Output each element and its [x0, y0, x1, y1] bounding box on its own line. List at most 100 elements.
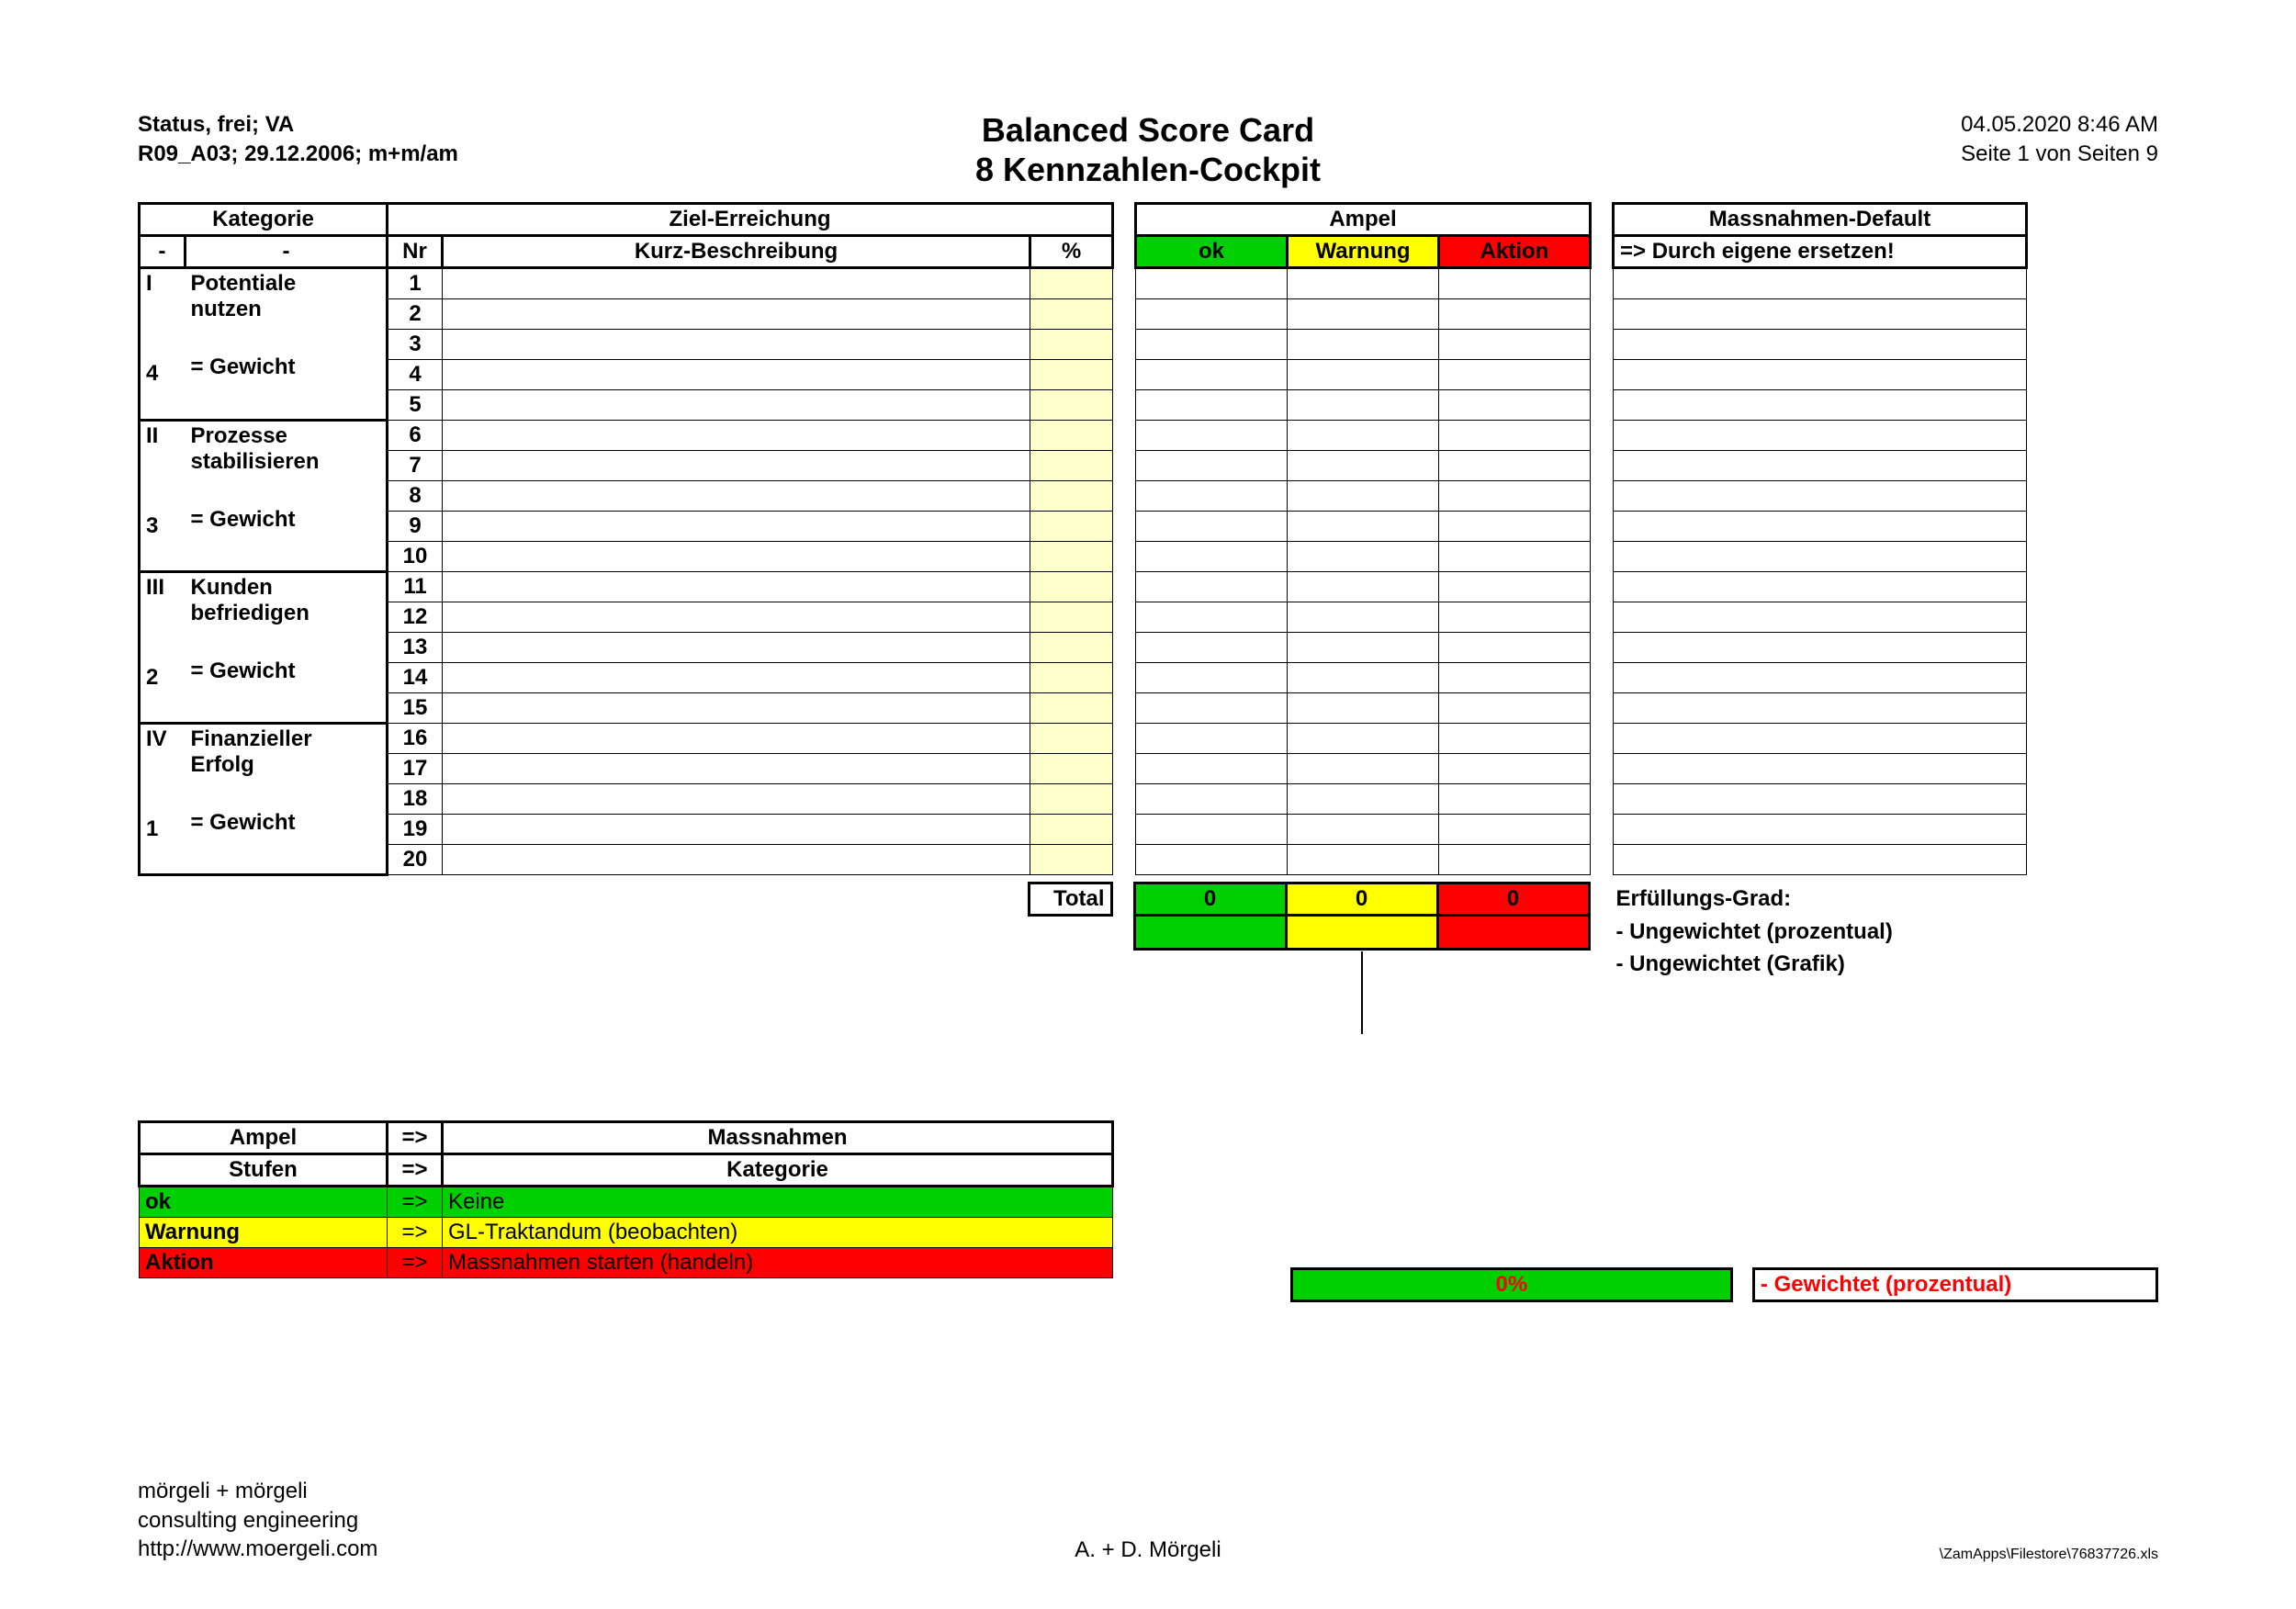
row-pct	[1030, 451, 1113, 481]
row-massn	[1614, 542, 2027, 572]
row-pct	[1030, 330, 1113, 360]
cat-num: III2	[140, 572, 186, 724]
row-desc	[443, 390, 1030, 421]
row-nr: 19	[388, 815, 443, 845]
total-akt: 0	[1437, 883, 1589, 916]
legend-warn: Warnung	[140, 1218, 388, 1248]
row-massn	[1614, 845, 2027, 875]
row-warn	[1288, 481, 1439, 512]
row-warn	[1288, 784, 1439, 815]
row-desc	[443, 330, 1030, 360]
row-nr: 8	[388, 481, 443, 512]
row-akt	[1439, 360, 1591, 390]
legend-arrow4: =>	[388, 1218, 443, 1248]
cat-label: Prozessestabilisieren= Gewicht	[186, 421, 388, 572]
row-desc	[443, 360, 1030, 390]
row-ok	[1136, 512, 1288, 542]
row-warn	[1288, 602, 1439, 633]
row-akt	[1439, 633, 1591, 663]
row-akt	[1439, 784, 1591, 815]
row-pct	[1030, 754, 1113, 784]
row-pct	[1030, 663, 1113, 693]
row-ok	[1136, 481, 1288, 512]
row-nr: 13	[388, 633, 443, 663]
total-warn: 0	[1286, 883, 1437, 916]
row-pct	[1030, 268, 1113, 299]
row-nr: 4	[388, 360, 443, 390]
row-desc	[443, 663, 1030, 693]
pctbar: 0%	[1292, 1269, 1732, 1301]
hdr-pct: %	[1030, 236, 1113, 268]
row-nr: 15	[388, 693, 443, 724]
row-pct	[1030, 572, 1113, 602]
row-pct	[1030, 360, 1113, 390]
row-warn	[1288, 390, 1439, 421]
cat-num: I4	[140, 268, 186, 421]
row-desc	[443, 633, 1030, 663]
row-warn	[1288, 512, 1439, 542]
row-nr: 18	[388, 784, 443, 815]
row-pct	[1030, 299, 1113, 330]
cat-label: Potentialenutzen= Gewicht	[186, 268, 388, 421]
row-ok	[1136, 663, 1288, 693]
legend-massn: Massnahmen	[443, 1122, 1113, 1154]
row-warn	[1288, 663, 1439, 693]
row-warn	[1288, 693, 1439, 724]
pctbar-table: 0% - Gewichtet (prozentual)	[1290, 1267, 2158, 1302]
row-desc	[443, 451, 1030, 481]
header-right: 04.05.2020 8:46 AM Seite 1 von Seiten 9	[1961, 110, 2158, 170]
hdr-dash1: -	[140, 236, 186, 268]
row-nr: 9	[388, 512, 443, 542]
row-desc	[443, 421, 1030, 451]
hdr-ziel: Ziel-Erreichung	[388, 204, 1113, 236]
hdr-ampel: Ampel	[1136, 204, 1591, 236]
legend-arrow1: =>	[388, 1122, 443, 1154]
row-warn	[1288, 451, 1439, 481]
row-massn	[1614, 268, 2027, 299]
row-nr: 14	[388, 663, 443, 693]
row-massn	[1614, 633, 2027, 663]
row-nr: 5	[388, 390, 443, 421]
row-pct	[1030, 481, 1113, 512]
row-nr: 20	[388, 845, 443, 875]
row-akt	[1439, 542, 1591, 572]
row-pct	[1030, 784, 1113, 815]
row-desc	[443, 845, 1030, 875]
row-ok	[1136, 268, 1288, 299]
title2: 8 Kennzahlen-Cockpit	[138, 150, 2158, 189]
row-nr: 10	[388, 542, 443, 572]
hdr-kurz: Kurz-Beschreibung	[443, 236, 1030, 268]
row-ok	[1136, 815, 1288, 845]
row-massn	[1614, 421, 2027, 451]
row-ok	[1136, 299, 1288, 330]
row-desc	[443, 815, 1030, 845]
row-pct	[1030, 633, 1113, 663]
row-nr: 17	[388, 754, 443, 784]
scorecard-table: Kategorie Ziel-Erreichung Ampel Massnahm…	[138, 202, 2028, 876]
row-akt	[1439, 299, 1591, 330]
row-desc	[443, 542, 1030, 572]
row-akt	[1439, 572, 1591, 602]
row-desc	[443, 724, 1030, 754]
row-desc	[443, 784, 1030, 815]
hdr-massn2: => Durch eigene ersetzen!	[1614, 236, 2027, 268]
row-nr: 7	[388, 451, 443, 481]
row-akt	[1439, 754, 1591, 784]
row-desc	[443, 512, 1030, 542]
cat-num: IV1	[140, 724, 186, 875]
row-ok	[1136, 360, 1288, 390]
legend-kat: Kategorie	[443, 1154, 1113, 1187]
row-pct	[1030, 724, 1113, 754]
row-desc	[443, 481, 1030, 512]
row-warn	[1288, 299, 1439, 330]
row-massn	[1614, 815, 2027, 845]
row-ok	[1136, 845, 1288, 875]
row-ok	[1136, 421, 1288, 451]
legend-stufen: Stufen	[140, 1154, 388, 1187]
row-ok	[1136, 330, 1288, 360]
hdr-warn: Warnung	[1288, 236, 1439, 268]
row-ok	[1136, 602, 1288, 633]
cat-num: II3	[140, 421, 186, 572]
hdr-ok: ok	[1136, 236, 1288, 268]
total-table: Total 0 0 0 Erfüllungs-Grad: - Ungewicht…	[138, 882, 2024, 1035]
